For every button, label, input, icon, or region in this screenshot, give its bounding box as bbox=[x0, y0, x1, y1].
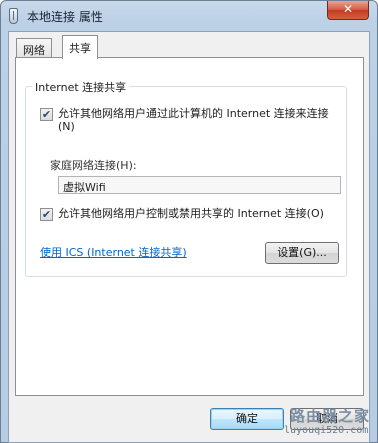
ok-button[interactable]: 确定 bbox=[210, 408, 284, 430]
watermark-title: 路由器之家 bbox=[290, 407, 371, 425]
ics-group: Internet 连接共享 ✔ 允许其他网络用户通过此计算机的 Internet… bbox=[25, 79, 347, 277]
close-button[interactable]: ✕ bbox=[327, 1, 369, 20]
allow-connect-checkbox[interactable]: ✔ bbox=[40, 108, 53, 121]
properties-window: 本地连接 属性 ✕ 网络 共享 Internet 连接共享 ✔ 允许其他网络用户… bbox=[0, 0, 378, 443]
settings-button[interactable]: 设置(G)... bbox=[265, 242, 339, 264]
ics-help-link[interactable]: 使用 ICS (Internet 连接共享) bbox=[40, 244, 187, 260]
tab-network[interactable]: 网络 bbox=[16, 38, 52, 58]
tab-sharing[interactable]: 共享 bbox=[62, 35, 98, 59]
network-connection-icon bbox=[9, 8, 18, 24]
watermark-url: luyouqi520.com bbox=[284, 425, 369, 436]
sharing-tab-panel: Internet 连接共享 ✔ 允许其他网络用户通过此计算机的 Internet… bbox=[15, 57, 364, 396]
site-watermark: 路由器之家 luyouqi520.com bbox=[278, 403, 378, 443]
allow-control-option[interactable]: ✔ 允许其他网络用户控制或禁用共享的 Internet 连接(O) bbox=[40, 207, 345, 235]
ics-group-title: Internet 连接共享 bbox=[32, 79, 130, 95]
allow-control-label[interactable]: 允许其他网络用户控制或禁用共享的 Internet 连接(O) bbox=[58, 207, 343, 220]
home-network-label: 家庭网络连接(H): bbox=[50, 159, 137, 172]
dialog-body: 网络 共享 Internet 连接共享 ✔ 允许其他网络用户通过此计算机的 In… bbox=[8, 31, 370, 443]
title-bar[interactable]: 本地连接 属性 ✕ bbox=[1, 1, 377, 30]
allow-control-checkbox[interactable]: ✔ bbox=[40, 208, 53, 221]
home-network-select[interactable]: 虚拟Wifi bbox=[58, 176, 341, 194]
allow-connect-label[interactable]: 允许其他网络用户通过此计算机的 Internet 连接来连接(N) bbox=[58, 107, 343, 133]
window-title: 本地连接 属性 bbox=[27, 10, 103, 24]
allow-connect-option[interactable]: ✔ 允许其他网络用户通过此计算机的 Internet 连接来连接(N) bbox=[40, 107, 345, 135]
